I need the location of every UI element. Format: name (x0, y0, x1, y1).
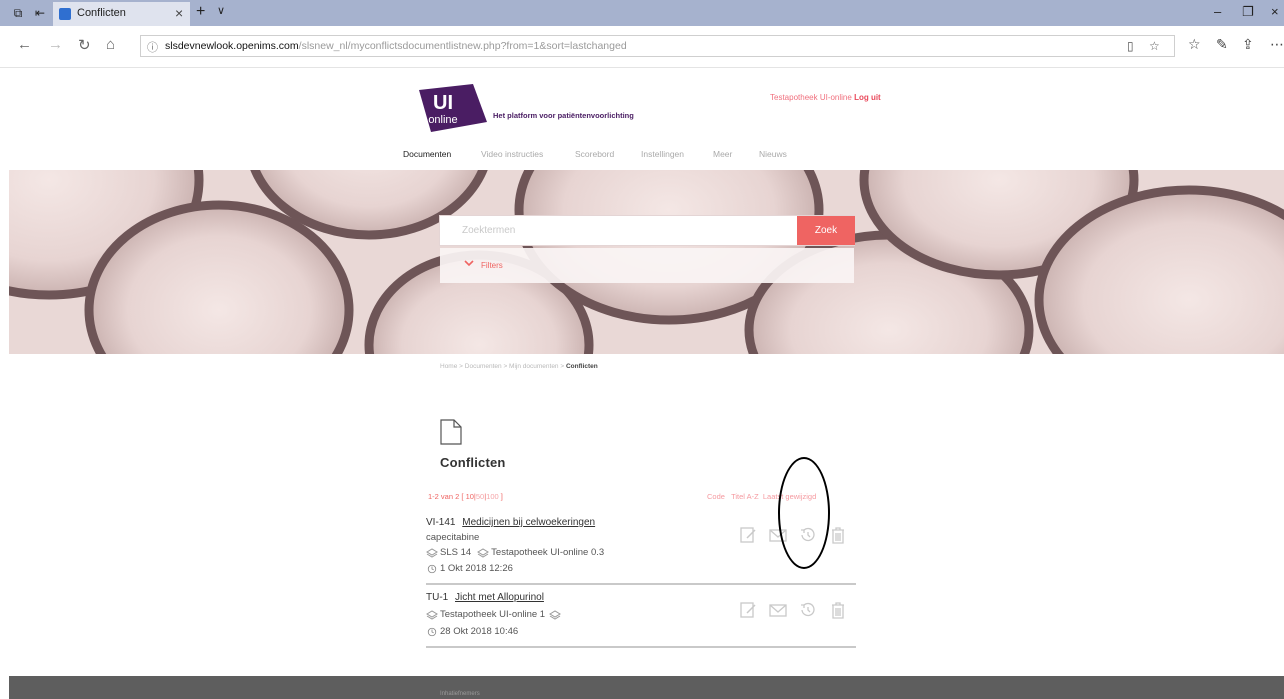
edit-icon[interactable] (738, 525, 758, 545)
document-title-link[interactable]: Jicht met Allopurinol (455, 592, 544, 603)
site-favicon-icon (59, 8, 71, 20)
svg-text:UI: UI (433, 92, 453, 114)
document-owner: Testapotheek UI-online 0.3 (491, 547, 605, 558)
tab-actions-icon[interactable]: ⧉ (11, 6, 25, 20)
breadcrumb-home[interactable]: Home (440, 363, 457, 370)
document-source: SLS 14 (440, 547, 472, 558)
document-subtitle: capecitabine (426, 532, 480, 543)
nav-item-nieuws[interactable]: Nieuws (759, 149, 787, 159)
refresh-icon[interactable]: ↻ (78, 36, 91, 54)
footer-label: Inhatiefnemers (440, 691, 480, 697)
minimize-icon[interactable]: – (1214, 4, 1221, 19)
edit-icon[interactable] (738, 600, 758, 620)
logout-link[interactable]: Log uit (854, 93, 881, 102)
reading-view-icon[interactable]: ▯ (1127, 39, 1134, 53)
breadcrumb: Home > Documenten > Mijn documenten > Co… (440, 363, 598, 370)
mail-icon[interactable] (768, 600, 788, 620)
table-row: TU-1 Jicht met Allopurinol Testapotheek … (426, 592, 856, 648)
info-icon[interactable]: ⓘ (147, 39, 158, 55)
stack-icon (426, 609, 438, 620)
breadcrumb-documenten[interactable]: Documenten (465, 363, 502, 370)
nav-item-video-instructies[interactable]: Video instructies (481, 149, 543, 159)
trash-icon[interactable] (828, 600, 848, 620)
sort-code[interactable]: Code (707, 492, 725, 501)
restore-icon[interactable]: ❐ (1242, 4, 1254, 20)
back-arrow-icon[interactable]: ← (17, 36, 32, 53)
stack-icon (426, 547, 438, 558)
pager-bracket: ] (500, 492, 503, 501)
breadcrumb-mijn-documenten[interactable]: Mijn documenten (509, 363, 559, 370)
pager-size-10[interactable]: 10 (466, 492, 474, 501)
history-clock-icon (427, 627, 437, 636)
nav-item-meer[interactable]: Meer (713, 149, 732, 159)
ui-online-logo[interactable]: UI online (413, 82, 489, 134)
footer (9, 676, 1284, 699)
favorites-hub-icon[interactable]: ☆ (1188, 36, 1201, 53)
chevron-down-icon (464, 260, 474, 267)
forward-arrow-icon[interactable]: → (48, 36, 63, 53)
favorite-star-icon[interactable]: ☆ (1149, 39, 1160, 53)
tab-close-icon[interactable]: × (175, 5, 183, 21)
nav-item-documenten[interactable]: Documenten (403, 149, 451, 159)
nav-item-instellingen[interactable]: Instellingen (641, 149, 684, 159)
site-tagline: Het platform voor patiëntenvoorlichting (493, 111, 634, 120)
pager-size-50[interactable]: 50 (476, 492, 484, 501)
document-code: VI-141 (426, 517, 456, 528)
breadcrumb-separator: > (503, 363, 508, 370)
logged-in-user: Testapotheek UI-online (770, 93, 852, 102)
search-button[interactable]: Zoek (797, 216, 855, 245)
filters-toggle[interactable]: Filters (440, 248, 854, 283)
more-options-icon[interactable]: ⋯ (1270, 36, 1284, 53)
url-text: slsdevnewlook.openims.com/slsnew_nl/myco… (165, 40, 627, 52)
pager-size-100[interactable]: 100 (486, 492, 499, 501)
pager-bracket: [ (461, 492, 464, 501)
breadcrumb-current: Conflicten (565, 363, 598, 370)
document-owner: Testapotheek UI-online 1 (440, 609, 546, 620)
page-title: Conflicten (440, 455, 506, 470)
nav-item-scorebord[interactable]: Scorebord (575, 149, 614, 159)
new-tab-icon[interactable]: + (196, 3, 205, 21)
history-clock-icon (427, 564, 437, 573)
browser-addressbar: ← → ↻ ⌂ ⓘ slsdevnewlook.openims.com/slsn… (0, 26, 1284, 68)
stack-icon (549, 609, 562, 620)
document-date: 28 Okt 2018 10:46 (440, 626, 519, 637)
document-date: 1 Okt 2018 12:26 (440, 563, 513, 574)
stack-icon (477, 547, 490, 558)
search-input[interactable] (440, 216, 797, 245)
notes-pen-icon[interactable]: ✎ (1216, 36, 1228, 53)
document-icon (440, 419, 462, 445)
sort-title-az[interactable]: Titel A-Z (731, 492, 759, 501)
share-icon[interactable]: ⇪ (1242, 36, 1254, 53)
breadcrumb-separator: > (560, 363, 565, 370)
browser-titlebar: ⧉ ⇤ Conflicten × + ∨ – ❐ × (0, 0, 1284, 26)
pager: 1-2 van 2 [ 10|50|100 ] (428, 492, 503, 501)
trash-icon[interactable] (828, 525, 848, 545)
document-code: TU-1 (426, 592, 449, 603)
filters-label: Filters (481, 261, 503, 270)
tab-aside-icon[interactable]: ⇤ (33, 6, 47, 20)
breadcrumb-separator: > (459, 363, 463, 370)
document-title-link[interactable]: Medicijnen bij celwoekeringen (462, 517, 595, 528)
url-field[interactable]: ⓘ slsdevnewlook.openims.com/slsnew_nl/my… (140, 35, 1175, 57)
login-area: Testapotheek UI-online Log uit (770, 93, 881, 102)
search-bar: Zoek (439, 215, 855, 246)
browser-tab[interactable]: Conflicten × (53, 2, 190, 26)
history-icon[interactable] (798, 600, 818, 620)
home-icon[interactable]: ⌂ (106, 36, 115, 53)
pager-summary: 1-2 van 2 (428, 492, 460, 501)
annotation-oval (778, 457, 830, 569)
svg-text:online: online (428, 114, 457, 126)
tab-list-chevron-down-icon[interactable]: ∨ (217, 4, 225, 17)
tab-title: Conflicten (77, 7, 126, 19)
window-close-icon[interactable]: × (1271, 4, 1279, 19)
